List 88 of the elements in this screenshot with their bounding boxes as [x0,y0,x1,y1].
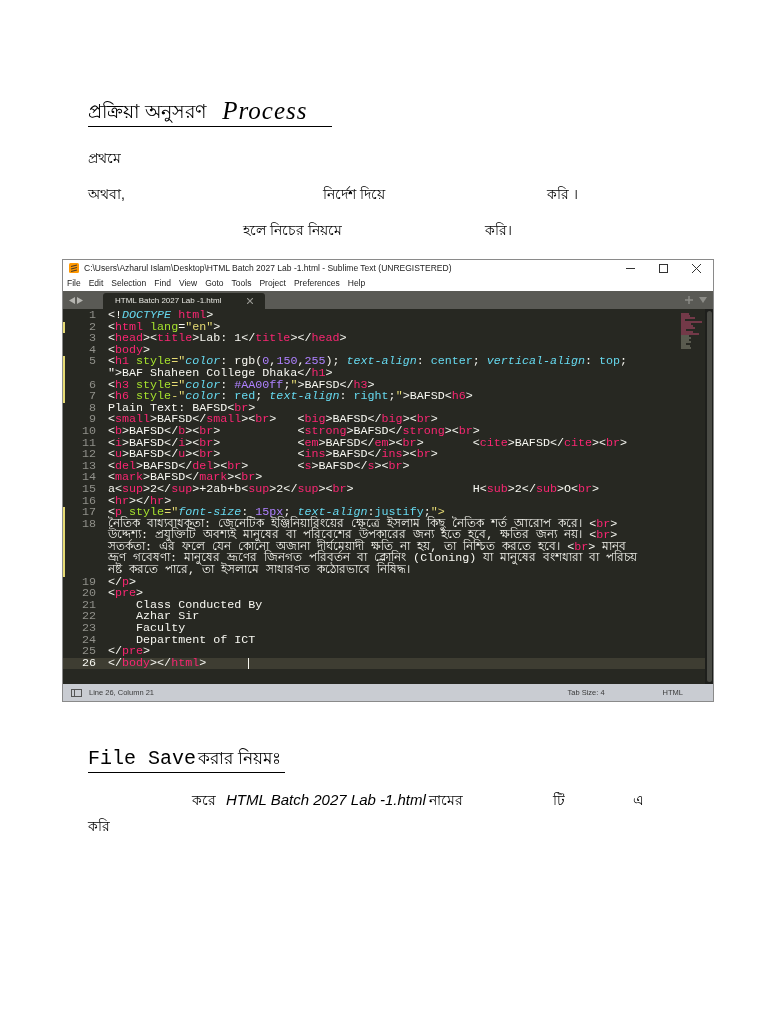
window-title: C:\Users\Azharul Islam\Desktop\HTML Batch 2027 Lab -1.html - Sublime Text (UNREGISTERED) [84,261,452,275]
code-line: </pre> [108,646,151,658]
code-line: Class Conducted By [136,599,264,612]
maximize-icon[interactable] [659,263,668,273]
body-text: এ [632,792,644,808]
line-number: 19 [80,576,97,589]
heading-text: File Save [88,746,197,772]
line-number: 9 [88,414,97,426]
close-icon[interactable] [692,263,701,273]
body-text: নির্দেশ দিয়ে [323,186,385,202]
code-line: <pre> [108,588,144,600]
line-number: 1 [88,310,97,322]
line-number: 10 [80,425,97,438]
left-arrow-icon[interactable] [69,296,75,304]
code-line: <hr></hr> [108,495,172,508]
body-text: করি। [485,222,512,238]
text-cursor [248,657,250,669]
code-line: <mark>BAFSD</mark><br> [108,472,264,484]
line-number: 6 [88,379,97,392]
body-text: প্রথমে [88,150,121,166]
body-text: করে [192,792,216,808]
code-line: <body> [108,344,151,357]
line-number: 5 [88,356,97,368]
code-line: <html lang="en"> [108,321,221,334]
code-line: <h3 style="color: #AA00ff;">BAFSD</h3> [108,379,375,392]
body-text: নামের [428,792,463,808]
line-number: 7 [88,391,97,403]
code-line: </body></html> [108,657,207,670]
code-line: <h1 style="color: rgb(0,150,255); text-align: center; vertical-align: top; ">BAF Shaheen College Dhaka</h1> [108,356,629,380]
code-line: নৈতিক বাধ্যবাধকতা: জেনেটিক ইঞ্জিনিয়ারিংয়ের ক্ষেত্রে ইসলাম কিছু নৈতিক শর্ত আরোপ করে। <br> উদ্দেশ্য: প্রযুক্তিটি অবশ্যই মানুষের বা পরিবেশের উপকারের জন্য হতে হবে, ক্ষতির জন্য নয়। <br> সতর্কতা: এর ফলে যেন কোনো অজানা দীর্ঘমেয়াদী ক্ষতি না হয়, তা নিশ্চিত করতে হবে। <br> মানব ভ্রূণ গবেষণা: মানুষের ভ্রূণের জিনগত পরিবর্তন বা ক্লোনিং (Cloning) যা মানুষের বংশধারা বা পরিচয় নষ্ট করতে পারে, তা ইসলামে সাধারণত কঠোরভাবে নিষিদ্ধ। [108,518,639,577]
code-line: <h6 style-"color: red; text-align: right;">BAFSD<h6> [108,391,474,403]
line-number: 4 [88,344,97,357]
line-number: 17 [80,507,97,519]
line-number: 13 [80,460,97,473]
code-line: <!DOCTYPE html> [108,310,215,322]
menu-item[interactable]: Help [347,277,366,290]
line-number: 25 [80,646,97,658]
heading-text: Process [222,96,308,126]
code-line: <small>BAFSD</small><br> <big>BAFSD</big><br> [108,414,439,426]
code-line: <del>BAFSD</del><br> <s>BAFSD</s><br> [108,460,411,473]
body-text: টি [552,792,565,808]
line-number: 12 [80,449,97,461]
line-number: 14 [80,472,97,484]
menu-item[interactable]: Selection [111,277,147,290]
file-name: HTML Batch 2027 Lab -1.html [226,791,426,808]
line-number: 22 [80,611,97,624]
scrollbar[interactable] [705,309,713,684]
body-text: অথবা, [88,186,125,202]
line-number: 3 [88,333,97,345]
code-line: </p> [108,576,138,589]
menu-item[interactable]: Preferences [293,277,340,290]
line-number: 8 [88,402,97,415]
panel-icon[interactable] [71,688,82,697]
heading-text: করার নিয়মঃ [198,747,281,770]
line-number: 26 [80,657,97,670]
code-line: a<sup>2</sup>+2ab+b<sup>2</sup><br> H<sub>2</sub>O<br> [108,483,601,496]
code-line: <b>BAFSD</b><br> <strong>BAFSD</strong><br> [108,425,481,438]
app-icon [69,263,79,273]
menu-item[interactable]: View [178,277,198,290]
body-text: করি [88,818,110,834]
body-text: করি । [547,186,578,202]
line-number: 16 [80,495,97,508]
body-text: হলে নিচের নিয়মে [243,222,342,238]
minimap-drawing [681,313,703,351]
menu-item[interactable]: Project [259,277,286,290]
line-number: 18 [80,518,97,531]
menu-item[interactable]: Edit [88,277,104,290]
menu-item[interactable]: Find [154,277,171,290]
right-arrow-icon[interactable] [77,296,83,304]
code-line: Plain Text: BAFSD<br> [108,402,256,415]
line-number: 21 [80,599,97,612]
editor-tab[interactable]: HTML Batch 2027 Lab -1.html [103,293,266,309]
code-line: <u>BAFSD</u><br> <ins>BAFSD</ins><br> [108,449,439,461]
line-number: 23 [80,623,97,635]
line-number: 24 [80,634,97,647]
menu-item[interactable]: Goto [205,277,224,290]
menu-item[interactable]: File [67,277,81,290]
code-line: Faculty [135,623,187,635]
code-line: <head><title>Lab: 1</title></head> [108,333,348,345]
code-line: <i>BAFSD</i><br> <em>BAFSD</em><br> <cite>BAFSD</cite><br> [108,437,629,450]
heading-text: প্রক্রিয়া অনুসরণ [88,100,207,125]
line-number: 20 [80,588,97,600]
menu-item[interactable]: Tools [231,277,252,290]
line-number: 2 [88,321,97,334]
code-line: Azhar Sir [135,611,201,624]
line-number: 15 [80,483,97,496]
line-number: 11 [80,437,97,450]
code-line: Department of ICT [135,634,257,647]
